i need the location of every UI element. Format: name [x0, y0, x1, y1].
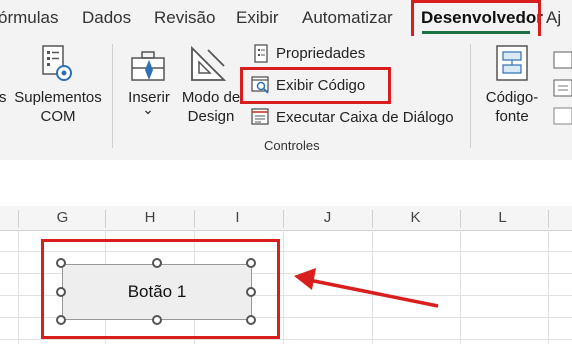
- tab-formulas[interactable]: órmulas: [0, 8, 58, 28]
- modo-design-label-2: Design: [187, 108, 235, 125]
- column-divider: [372, 210, 373, 228]
- resize-handle[interactable]: [152, 258, 162, 268]
- com-addins-icon: [42, 45, 72, 81]
- tab-exibir[interactable]: Exibir: [236, 8, 279, 28]
- column-line: [283, 231, 284, 344]
- column-header-l[interactable]: L: [480, 206, 525, 230]
- resize-handle[interactable]: [56, 287, 66, 297]
- design-mode-icon: [191, 45, 227, 81]
- group-separator: [470, 44, 471, 148]
- xml-map-icons[interactable]: [552, 50, 572, 130]
- column-header-h[interactable]: H: [125, 206, 175, 230]
- annotation-arrow-icon: [294, 268, 439, 308]
- toolbox-icon: [131, 51, 165, 81]
- executar-caixa-label: Executar Caixa de Diálogo: [276, 109, 454, 126]
- column-line: [460, 231, 461, 344]
- run-dialog-icon: [251, 108, 269, 125]
- formula-bar-area: [0, 160, 572, 206]
- codigo-fonte-label-1: Código-: [485, 89, 539, 106]
- row-line: [0, 339, 572, 340]
- tab-ajuda[interactable]: Aj: [546, 8, 561, 28]
- column-divider: [105, 210, 106, 228]
- column-header-k[interactable]: K: [393, 206, 438, 230]
- resize-handle[interactable]: [56, 258, 66, 268]
- tab-dados[interactable]: Dados: [82, 8, 131, 28]
- column-header-j[interactable]: J: [305, 206, 350, 230]
- modo-design-label-1: Modo de: [181, 89, 241, 106]
- column-divider: [460, 210, 461, 228]
- group-separator: [112, 44, 113, 148]
- suplementos-com-label-2: COM: [40, 108, 76, 125]
- properties-icon: [254, 44, 268, 63]
- resize-handle[interactable]: [56, 315, 66, 325]
- resize-handle[interactable]: [246, 287, 256, 297]
- propriedades-label: Propriedades: [276, 45, 366, 62]
- column-divider: [548, 210, 549, 228]
- column-divider: [283, 210, 284, 228]
- column-line: [18, 231, 19, 344]
- column-line: [548, 231, 549, 344]
- source-code-icon: [496, 45, 528, 81]
- column-header-g[interactable]: G: [40, 206, 85, 230]
- column-header-row: G H I J K L: [0, 206, 572, 231]
- controles-group-label: Controles: [264, 138, 320, 153]
- codigo-fonte-label-2: fonte: [495, 108, 529, 125]
- column-divider: [194, 210, 195, 228]
- tab-highlight-box: [411, 0, 541, 39]
- tab-automatizar[interactable]: Automatizar: [302, 8, 393, 28]
- form-button-label: Botão 1: [127, 282, 187, 301]
- form-button[interactable]: Botão 1: [62, 264, 252, 320]
- tab-revisao[interactable]: Revisão: [154, 8, 215, 28]
- column-divider: [18, 210, 19, 228]
- resize-handle[interactable]: [246, 258, 256, 268]
- suplementos-com-label-1: Suplementos: [14, 89, 102, 106]
- column-header-i[interactable]: I: [215, 206, 260, 230]
- resize-handle[interactable]: [246, 315, 256, 325]
- chevron-down-icon: ⌄: [142, 101, 154, 117]
- resize-handle[interactable]: [152, 315, 162, 325]
- suplementos-prefix[interactable]: s: [0, 88, 7, 107]
- exibir-codigo-highlight-box: [240, 67, 391, 104]
